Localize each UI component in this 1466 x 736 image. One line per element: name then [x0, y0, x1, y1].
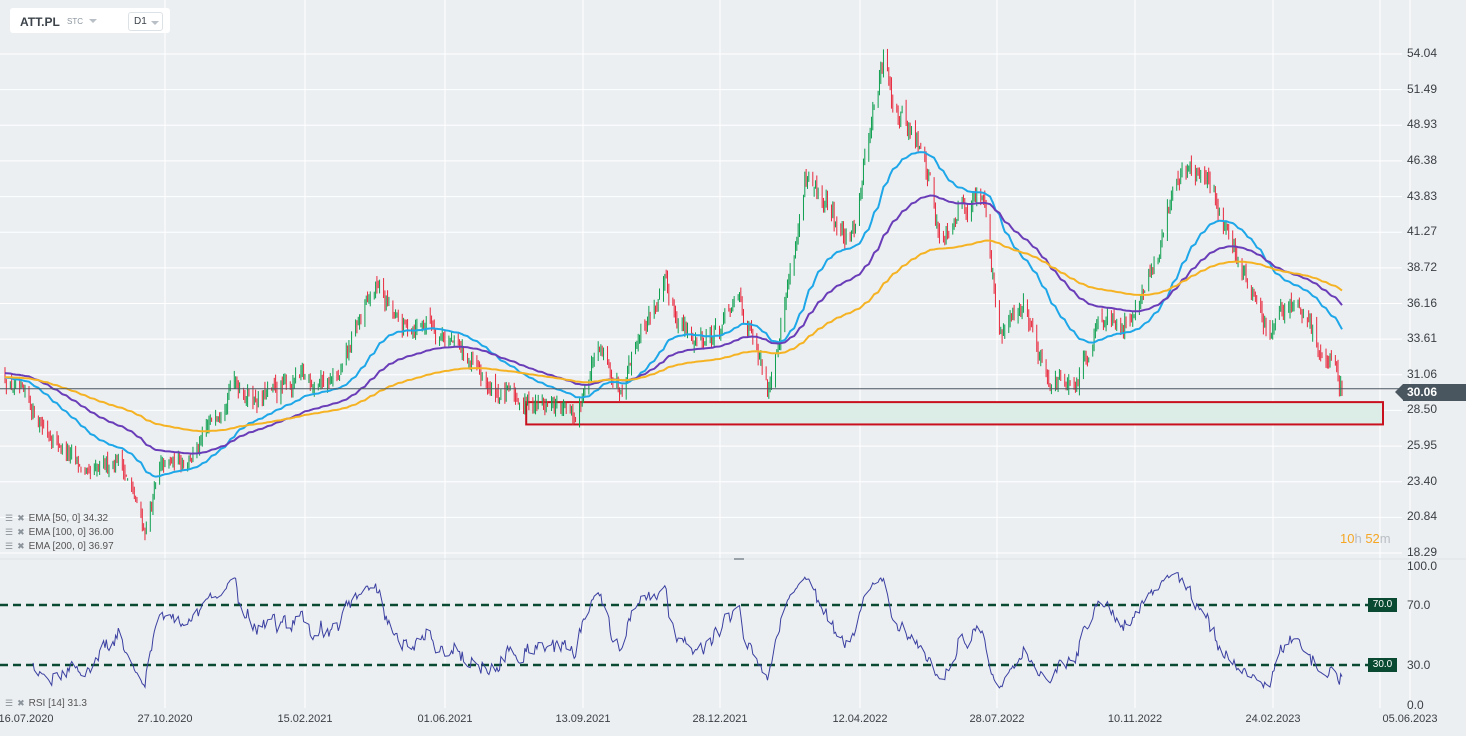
market-label: STC	[67, 17, 83, 26]
indicator-legend-ema50[interactable]: ☰ ✖ EMA [50, 0] 34.32	[5, 513, 108, 524]
symbol-header[interactable]: ATT.PL STC D1	[10, 8, 170, 33]
price-axis-label: 31.06	[1407, 366, 1438, 381]
date-axis-label: 13.09.2021	[555, 713, 611, 725]
countdown-hours: 10	[1340, 531, 1355, 546]
settings-icon[interactable]: ☰	[5, 513, 13, 524]
price-axis-label: 20.84	[1407, 509, 1438, 524]
close-icon[interactable]: ✖	[17, 698, 25, 709]
market-dropdown-icon[interactable]	[89, 19, 97, 23]
price-axis-label: 51.49	[1407, 81, 1438, 96]
rsi-axis-label: 70.0	[1407, 598, 1431, 612]
rsi-line	[32, 572, 1343, 690]
rsi-axis-label: 100.0	[1407, 559, 1438, 573]
rsi-level-30-label: 30.0	[1368, 658, 1397, 672]
indicator-legend-rsi[interactable]: ☰ ✖ RSI [14] 31.3	[5, 698, 87, 709]
date-axis-label: 05.06.2023	[1382, 713, 1438, 725]
close-icon[interactable]: ✖	[17, 541, 25, 552]
indicator-legend-ema200[interactable]: ☰ ✖ EMA [200, 0] 36.97	[5, 541, 114, 552]
price-axis-label: 54.04	[1407, 46, 1438, 60]
date-axis-label: 15.02.2021	[277, 713, 333, 725]
price-axis-label: 18.29	[1407, 545, 1438, 559]
indicator-label: EMA [50, 0] 34.32	[28, 513, 109, 524]
price-axis-label: 23.40	[1407, 473, 1438, 488]
current-price-label: 30.06	[1395, 384, 1466, 401]
price-chart[interactable]	[0, 0, 1466, 736]
indicator-label: EMA [200, 0] 36.97	[28, 541, 114, 552]
support-zone-rectangle	[525, 401, 1384, 426]
indicator-label: RSI [14] 31.3	[28, 698, 87, 709]
settings-icon[interactable]: ☰	[5, 527, 13, 538]
price-axis-label: 33.61	[1407, 331, 1438, 346]
pane-resize-handle[interactable]	[734, 558, 744, 560]
price-axis-label: 25.95	[1407, 438, 1438, 453]
settings-icon[interactable]: ☰	[5, 698, 13, 709]
price-axis-label: 41.27	[1407, 224, 1438, 239]
price-axis-label: 28.50	[1407, 402, 1438, 417]
price-axis-label: 43.83	[1407, 188, 1438, 203]
price-axis-label: 38.72	[1407, 259, 1438, 274]
timeframe-select[interactable]: D1	[128, 12, 163, 31]
ema-50-line	[4, 151, 1343, 478]
close-icon[interactable]: ✖	[17, 513, 25, 524]
timeframe-value: D1	[134, 16, 147, 27]
close-icon[interactable]: ✖	[17, 527, 25, 538]
chevron-down-icon	[151, 21, 159, 25]
price-axis-label: 48.93	[1407, 117, 1438, 132]
indicator-label: EMA [100, 0] 36.00	[28, 527, 114, 538]
countdown-minutes: 52	[1365, 531, 1380, 546]
countdown-h: h	[1354, 531, 1362, 546]
price-axis-label: 46.38	[1407, 152, 1438, 167]
indicator-legend-ema100[interactable]: ☰ ✖ EMA [100, 0] 36.00	[5, 527, 114, 538]
candle-countdown: 10h 52m	[1340, 531, 1391, 546]
symbol-name: ATT.PL	[20, 15, 60, 29]
date-axis-label: 28.07.2022	[969, 713, 1025, 725]
price-axis-label: 36.16	[1407, 295, 1438, 310]
date-axis-label: 12.04.2022	[832, 713, 888, 725]
date-axis-label: 27.10.2020	[137, 713, 193, 725]
date-axis-label: 10.11.2022	[1107, 713, 1163, 725]
countdown-m: m	[1379, 531, 1391, 546]
date-axis-label: 24.02.2023	[1245, 713, 1301, 725]
rsi-axis-label: 30.0	[1407, 658, 1431, 672]
date-axis-label: 01.06.2021	[417, 713, 473, 725]
settings-icon[interactable]: ☰	[5, 541, 13, 552]
date-axis-label: 16.07.2020	[0, 713, 54, 725]
rsi-level-70-label: 70.0	[1368, 598, 1397, 612]
date-axis-label: 28.12.2021	[692, 713, 748, 725]
rsi-axis-label: 0.0	[1407, 698, 1424, 712]
